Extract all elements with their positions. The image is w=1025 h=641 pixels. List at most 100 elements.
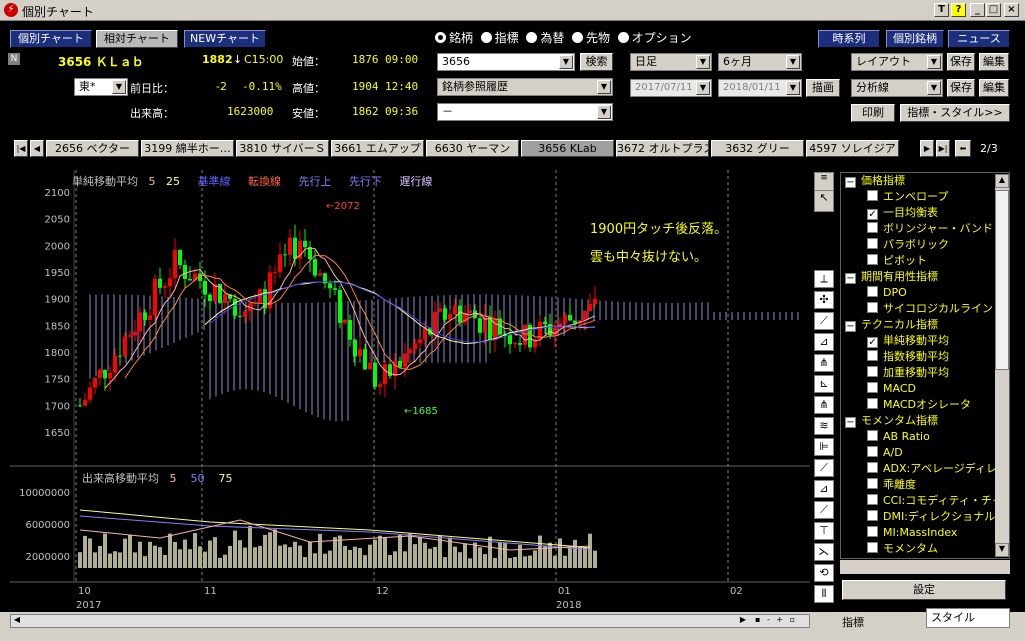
indicator-item[interactable]: A/D	[841, 445, 1009, 461]
wave-tool-icon[interactable]: ⟲	[814, 564, 834, 582]
stock-tab[interactable]: 3810 サイバーＳ	[236, 140, 329, 157]
indicator-item[interactable]: サイコロジカルライン	[841, 301, 1009, 317]
analysis-save-button[interactable]: 保存	[947, 79, 975, 97]
gann-tool-icon[interactable]: ⟋	[814, 501, 834, 519]
chart-hscroll[interactable]: ◀ ▶ ▪ - + ▫	[10, 614, 810, 628]
indicator-item[interactable]: ピボット	[841, 253, 1009, 269]
date-to-field[interactable]: 2018/01/11 ▼	[718, 79, 802, 97]
checkbox[interactable]	[867, 478, 878, 489]
indicator-hscroll[interactable]	[840, 560, 1010, 574]
history-select[interactable]: 銘柄参照履歴 ▼	[437, 78, 613, 96]
checkbox[interactable]	[867, 446, 878, 457]
indicator-group[interactable]: − 価格指標	[841, 173, 1009, 189]
parallel-tool-icon[interactable]: ⟋	[814, 459, 834, 477]
draw-button[interactable]: 描画	[806, 79, 840, 97]
search-button[interactable]: 検索	[580, 53, 613, 71]
regression-tool-icon[interactable]: ⊫	[814, 438, 834, 456]
stock-tab[interactable]: 3656 KLab	[521, 140, 614, 157]
next-tab-button[interactable]: ▶	[920, 140, 934, 157]
last-tab-button[interactable]: ▶|	[936, 140, 950, 157]
stock-tab[interactable]: 6630 ヤーマン	[426, 140, 519, 157]
stock-tab[interactable]: 3672 オルトプラス	[616, 140, 709, 157]
cross-tool-icon[interactable]: ✣	[814, 291, 834, 309]
indicator-item[interactable]: AB Ratio	[841, 429, 1009, 445]
retracement-tool-icon[interactable]: ⊾	[814, 375, 834, 393]
checkbox[interactable]	[867, 222, 878, 233]
indicator-item[interactable]: エンベロープ	[841, 189, 1009, 205]
layout-select[interactable]: レイアウト ▼	[851, 53, 943, 71]
minimize-button[interactable]: _	[970, 3, 985, 17]
collapse-icon[interactable]: −	[845, 177, 856, 188]
stock-tab[interactable]: 3632 グリー	[711, 140, 804, 157]
indicator-item[interactable]: モメンタム	[841, 541, 1009, 557]
channel-tool-icon[interactable]: ≋	[814, 417, 834, 435]
indicator-group[interactable]: − テクニカル指標	[841, 317, 1009, 333]
period-tool-icon[interactable]: ⦀	[814, 585, 834, 603]
checkbox[interactable]	[867, 430, 878, 441]
stock-tab[interactable]: 3199 綿半ホー…	[141, 140, 234, 157]
checkbox[interactable]	[867, 526, 878, 537]
scroll-left-icon[interactable]: ◀	[11, 615, 23, 627]
checkbox[interactable]	[867, 382, 878, 393]
checkbox[interactable]	[867, 238, 878, 249]
checkbox[interactable]	[867, 398, 878, 409]
toolbar-scroll[interactable]: ≡ ↖	[814, 172, 834, 212]
indicator-item[interactable]: ✓ 単純移動平均	[841, 333, 1009, 349]
indicator-scrollbar[interactable]: ▲ ▼	[995, 174, 1009, 557]
checkbox[interactable]	[867, 510, 878, 521]
scroll-right-icon[interactable]: ▶	[737, 615, 749, 627]
pitchfork-tool-icon[interactable]: ⋔	[814, 396, 834, 414]
line-tool-icon[interactable]: ⟂	[814, 270, 834, 288]
period-unit-select[interactable]: 日足 ▼	[630, 53, 712, 71]
third-select[interactable]: － ▼	[437, 103, 613, 121]
checkbox[interactable]	[867, 350, 878, 361]
checkbox[interactable]: ✓	[867, 337, 878, 348]
collapse-icon[interactable]: −	[845, 273, 856, 284]
indicator-item[interactable]: ボリンジャー・バンド	[841, 221, 1009, 237]
print-button[interactable]: 印刷	[851, 104, 895, 122]
analysis-edit-button[interactable]: 編集	[979, 79, 1009, 97]
stock-tab[interactable]: 4597 ソレイジア	[806, 140, 899, 157]
fan-tool-icon[interactable]: ⋔	[814, 354, 834, 372]
indicator-item[interactable]: MACDオシレータ	[841, 397, 1009, 413]
settings-button[interactable]: 設定	[842, 580, 1006, 600]
checkbox[interactable]	[867, 366, 878, 377]
indicator-item[interactable]: ADX:アベレージディレ	[841, 461, 1009, 477]
indicator-item[interactable]: DMI:ディレクショナル	[841, 509, 1009, 525]
indicator-item[interactable]: 指数移動平均	[841, 349, 1009, 365]
new-chart-button[interactable]: NEWチャート	[184, 30, 266, 48]
individual-stock-button[interactable]: 個別銘柄	[886, 30, 944, 48]
zoom-controls[interactable]: ▪ - + ▫	[755, 615, 809, 627]
analysis-select[interactable]: 分析線 ▼	[851, 79, 943, 97]
indicator-item[interactable]: CCI:コモディティ・チャ	[841, 493, 1009, 509]
radio-fx[interactable]: 為替	[526, 31, 564, 45]
individual-chart-button[interactable]: 個別チャート	[10, 30, 92, 48]
checkbox[interactable]	[867, 302, 878, 313]
timeseries-button[interactable]: 時系列	[818, 30, 880, 48]
stock-tab[interactable]: 3661 エムアップ	[331, 140, 424, 157]
cycle-tool-icon[interactable]: ⊤	[814, 522, 834, 540]
period-span-select[interactable]: 6ヶ月 ▼	[718, 53, 802, 71]
indicator-item[interactable]: 加重移動平均	[841, 365, 1009, 381]
radio-index[interactable]: 指標	[480, 31, 519, 45]
font-button[interactable]: T	[934, 3, 949, 17]
market-select[interactable]: 東* ▼	[74, 78, 128, 96]
stock-code-select[interactable]: 3656 ▼	[437, 53, 575, 71]
indicator-item[interactable]: DPO	[841, 285, 1009, 301]
date-from-field[interactable]: 2017/07/11 ▼	[630, 79, 712, 97]
checkbox[interactable]	[867, 254, 878, 265]
maximize-button[interactable]: □	[986, 3, 1001, 17]
checkbox[interactable]	[867, 462, 878, 473]
collapse-icon[interactable]: −	[845, 321, 856, 332]
indicator-item[interactable]: パラボリック	[841, 237, 1009, 253]
indicator-item[interactable]: MACD	[841, 381, 1009, 397]
fibonacci-tool-icon[interactable]: ⊿	[814, 333, 834, 351]
first-tab-button[interactable]: |◀	[14, 140, 28, 157]
back-arrow-icon[interactable]: ⬅	[955, 140, 971, 157]
radio-stock[interactable]: 銘柄	[435, 31, 473, 45]
tab-style[interactable]: スタイル	[926, 608, 1010, 628]
radio-futures[interactable]: 先物	[571, 31, 610, 45]
layout-edit-button[interactable]: 編集	[979, 53, 1009, 71]
checkbox[interactable]	[867, 286, 878, 297]
tab-indicators[interactable]: 指標	[842, 614, 864, 630]
